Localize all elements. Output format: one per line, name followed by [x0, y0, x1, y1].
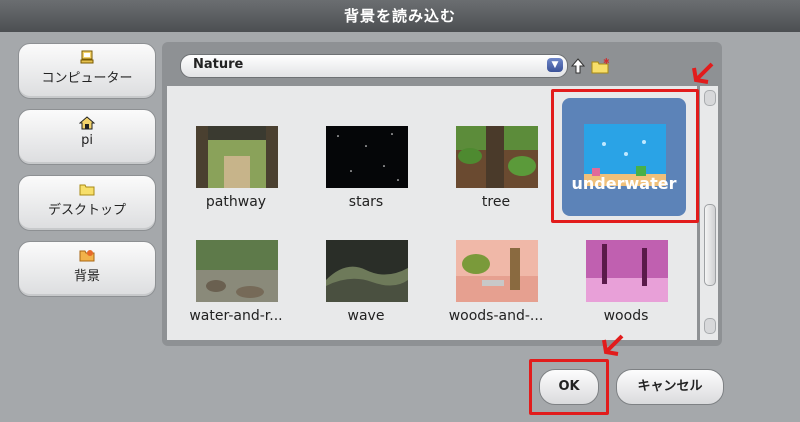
- location-dropdown[interactable]: Nature ▼: [180, 54, 568, 78]
- load-background-dialog: 背景を読み込む コンピューター pi デスクトップ 背景 Nature ▼ ✱ …: [0, 0, 800, 422]
- highlight-box-underwater: [551, 89, 699, 223]
- file-name: woods-and-...: [448, 308, 544, 324]
- sidebar-item-label: 背景: [73, 269, 100, 284]
- vertical-scrollbar[interactable]: [700, 86, 718, 340]
- location-value: Nature: [193, 57, 244, 72]
- woods-and-bench-thumbnail: [456, 240, 538, 302]
- folder-icon: [79, 184, 95, 196]
- file-item-wave[interactable]: wave: [304, 234, 428, 350]
- parent-folder-icon[interactable]: [571, 58, 585, 74]
- file-name: stars: [348, 194, 384, 210]
- file-item-pathway[interactable]: pathway: [174, 120, 298, 236]
- tree-thumbnail: [456, 126, 538, 188]
- red-arrow-icon: [692, 62, 714, 84]
- red-arrow-icon: [602, 334, 624, 356]
- file-name: pathway: [205, 194, 267, 210]
- sidebar-item-label: コンピューター: [41, 71, 133, 86]
- sidebar-item-label: pi: [81, 133, 93, 148]
- highlight-box-ok: [529, 359, 609, 415]
- home-icon: [79, 116, 95, 130]
- file-item-water-and-rocks[interactable]: water-and-r...: [174, 234, 298, 350]
- file-item-woods[interactable]: woods: [564, 234, 688, 350]
- stars-thumbnail: [326, 126, 408, 188]
- file-name: water-and-r...: [189, 308, 283, 324]
- file-name: wave: [347, 308, 385, 324]
- scrollbar-thumb[interactable]: [704, 204, 716, 286]
- sidebar-item-computer[interactable]: コンピューター: [18, 43, 156, 99]
- svg-text:✱: ✱: [603, 58, 609, 66]
- dialog-title: 背景を読み込む: [0, 0, 800, 32]
- sidebar-item-desktop[interactable]: デスクトップ: [18, 175, 156, 231]
- sidebar-item-backgrounds[interactable]: 背景: [18, 241, 156, 297]
- woods-thumbnail: [586, 240, 668, 302]
- file-item-tree[interactable]: tree: [434, 120, 558, 236]
- wave-thumbnail: [326, 240, 408, 302]
- sidebar-item-home[interactable]: pi: [18, 109, 156, 165]
- cancel-button[interactable]: キャンセル: [616, 369, 724, 405]
- pathway-thumbnail: [196, 126, 278, 188]
- file-item-woods-and-bench[interactable]: woods-and-...: [434, 234, 558, 350]
- computer-icon: [80, 50, 94, 64]
- water-and-rocks-thumbnail: [196, 240, 278, 302]
- file-name: woods: [603, 308, 649, 324]
- file-name: tree: [481, 194, 511, 210]
- chevron-down-icon[interactable]: ▼: [547, 58, 563, 72]
- scroll-down-button[interactable]: [704, 318, 716, 334]
- scroll-up-button[interactable]: [704, 90, 716, 106]
- new-folder-icon[interactable]: ✱: [591, 58, 609, 74]
- sidebar-item-label: デスクトップ: [47, 203, 126, 218]
- backgrounds-folder-icon: [79, 250, 95, 262]
- file-item-stars[interactable]: stars: [304, 120, 428, 236]
